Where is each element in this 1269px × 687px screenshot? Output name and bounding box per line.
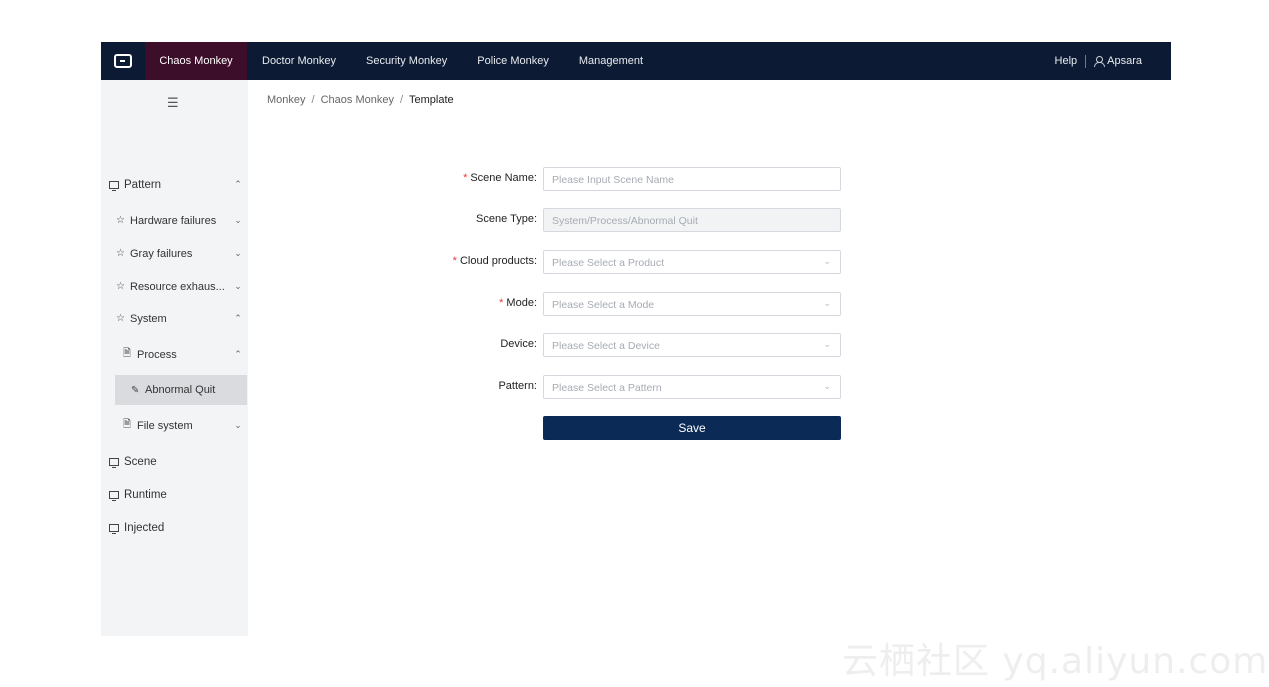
scene-name-row: * Scene Name: Please Input Scene Name	[248, 167, 1171, 191]
mode-label: * Mode:	[499, 297, 537, 309]
sidebar-item-label: System	[130, 312, 167, 325]
watermark: 云栖社区 yq.aliyun.com	[842, 641, 1269, 682]
star-icon: ☆	[116, 248, 125, 259]
app-window: Chaos Monkey Doctor Monkey Security Monk…	[101, 42, 1171, 636]
sidebar-item-label: Runtime	[124, 488, 167, 501]
sidebar-item-label: Scene	[124, 455, 157, 468]
mode-label-text: Mode:	[506, 297, 537, 309]
chevron-down-icon: ⌄	[823, 256, 831, 266]
cloud-products-select[interactable]: Please Select a Product ⌄	[543, 250, 841, 274]
device-row: Device: Please Select a Device ⌄	[248, 333, 1171, 357]
save-button[interactable]: Save	[543, 416, 841, 440]
scene-name-placeholder: Please Input Scene Name	[552, 174, 674, 186]
star-icon: ☆	[116, 313, 125, 324]
chevron-down-icon: ⌄	[234, 248, 242, 258]
file-icon: 🗎	[123, 419, 132, 430]
chevron-down-icon: ⌄	[234, 281, 242, 291]
sidebar-item-label: File system	[137, 419, 193, 432]
required-mark: *	[452, 255, 457, 267]
sidebar-item-scene[interactable]: Scene	[101, 445, 248, 478]
scene-type-value: System/Process/Abnormal Quit	[552, 215, 698, 227]
nav-doctor-monkey[interactable]: Doctor Monkey	[247, 42, 351, 80]
monitor-icon	[109, 523, 119, 534]
sidebar-item-pattern[interactable]: Pattern ⌃	[101, 168, 248, 201]
sidebar-item-label: Hardware failures	[130, 214, 217, 227]
sidebar-item-gray-failures[interactable]: ☆ Gray failures ⌄	[101, 237, 248, 270]
chevron-down-icon: ⌄	[823, 381, 831, 391]
monitor-icon	[109, 180, 119, 191]
sidebar-item-resource-exhaustion[interactable]: ☆ Resource exhaus... ⌄	[101, 270, 248, 303]
menu-fold-icon[interactable]: ☰	[167, 95, 179, 111]
chevron-up-icon: ⌃	[234, 349, 242, 359]
monitor-icon	[109, 457, 119, 468]
cloud-products-label: * Cloud products:	[453, 255, 537, 267]
chevron-up-icon: ⌃	[234, 313, 242, 323]
sidebar-item-file-system[interactable]: 🗎 File system ⌄	[101, 409, 248, 442]
sidebar-item-label: Abnormal Quit	[145, 384, 216, 396]
sidebar-item-abnormal-quit[interactable]: ✎ Abnormal Quit	[115, 375, 247, 405]
required-mark: *	[499, 297, 504, 309]
star-icon: ☆	[116, 215, 125, 226]
logo[interactable]	[101, 42, 145, 80]
breadcrumb: Monkey / Chaos Monkey / Template	[267, 94, 454, 106]
chevron-down-icon: ⌄	[823, 339, 831, 349]
main-content: Monkey / Chaos Monkey / Template * Scene Name…	[248, 80, 1171, 636]
scene-type-row: Scene Type: System/Process/Abnormal Quit	[248, 208, 1171, 232]
nav-chaos-monkey[interactable]: Chaos Monkey	[145, 42, 247, 80]
chevron-down-icon: ⌄	[234, 215, 242, 225]
file-icon: 🗎	[123, 348, 132, 359]
logo-icon	[114, 54, 132, 68]
breadcrumb-chaos-monkey[interactable]: Chaos Monkey	[321, 94, 394, 106]
breadcrumb-separator: /	[311, 94, 315, 106]
cloud-products-row: * Cloud products: Please Select a Product…	[248, 250, 1171, 274]
breadcrumb-monkey[interactable]: Monkey	[267, 94, 306, 106]
sidebar-item-label: Process	[137, 348, 177, 361]
user-icon	[1094, 56, 1106, 67]
sidebar-item-process[interactable]: 🗎 Process ⌃	[101, 338, 248, 371]
nav-management[interactable]: Management	[564, 42, 658, 80]
pattern-placeholder: Please Select a Pattern	[552, 382, 662, 394]
sidebar-item-label: Resource exhaus...	[130, 280, 225, 293]
scene-type-label: Scene Type:	[476, 213, 537, 225]
sidebar-item-injected[interactable]: Injected	[101, 511, 248, 544]
monitor-icon	[109, 490, 119, 501]
nav-police-monkey[interactable]: Police Monkey	[462, 42, 564, 80]
pattern-select[interactable]: Please Select a Pattern ⌄	[543, 375, 841, 399]
device-label: Device:	[500, 338, 537, 350]
sidebar-item-label: Gray failures	[130, 247, 193, 260]
topbar-right: Help Apsara	[1055, 54, 1171, 68]
pattern-row: Pattern: Please Select a Pattern ⌄	[248, 375, 1171, 399]
device-select[interactable]: Please Select a Device ⌄	[543, 333, 841, 357]
scene-name-input[interactable]: Please Input Scene Name	[543, 167, 841, 191]
pattern-label: Pattern:	[498, 380, 537, 392]
sidebar-item-label: Injected	[124, 521, 165, 534]
mode-placeholder: Please Select a Mode	[552, 299, 655, 311]
mode-select[interactable]: Please Select a Mode ⌄	[543, 292, 841, 316]
cloud-products-label-text: Cloud products:	[459, 255, 537, 267]
nav-security-monkey[interactable]: Security Monkey	[351, 42, 462, 80]
user-name[interactable]: Apsara	[1107, 55, 1142, 67]
sidebar-item-label: Pattern	[124, 178, 162, 191]
sidebar-item-hardware-failures[interactable]: ☆ Hardware failures ⌄	[101, 204, 248, 237]
top-nav-bar: Chaos Monkey Doctor Monkey Security Monk…	[101, 42, 1171, 80]
scene-name-label-text: Scene Name:	[470, 172, 537, 184]
chevron-down-icon: ⌄	[234, 420, 242, 430]
scene-type-field: System/Process/Abnormal Quit	[543, 208, 841, 232]
device-placeholder: Please Select a Device	[552, 340, 660, 352]
cloud-products-placeholder: Please Select a Product	[552, 257, 665, 269]
edit-icon: ✎	[131, 384, 140, 396]
breadcrumb-separator: /	[399, 94, 404, 106]
sidebar-item-system[interactable]: ☆ System ⌃	[101, 302, 248, 335]
help-link[interactable]: Help	[1055, 55, 1078, 67]
mode-row: * Mode: Please Select a Mode ⌄	[248, 292, 1171, 316]
topbar-divider	[1085, 54, 1087, 68]
breadcrumb-template: Template	[409, 94, 454, 106]
scene-name-label: * Scene Name:	[463, 172, 537, 184]
chevron-up-icon: ⌃	[234, 179, 242, 189]
sidebar: ☰ Pattern ⌃ ☆ Hardware failures ⌄ ☆ Gray…	[101, 80, 248, 636]
chevron-down-icon: ⌄	[823, 298, 831, 308]
star-icon: ☆	[116, 281, 125, 292]
required-mark: *	[463, 172, 468, 184]
sidebar-item-runtime[interactable]: Runtime	[101, 478, 248, 511]
